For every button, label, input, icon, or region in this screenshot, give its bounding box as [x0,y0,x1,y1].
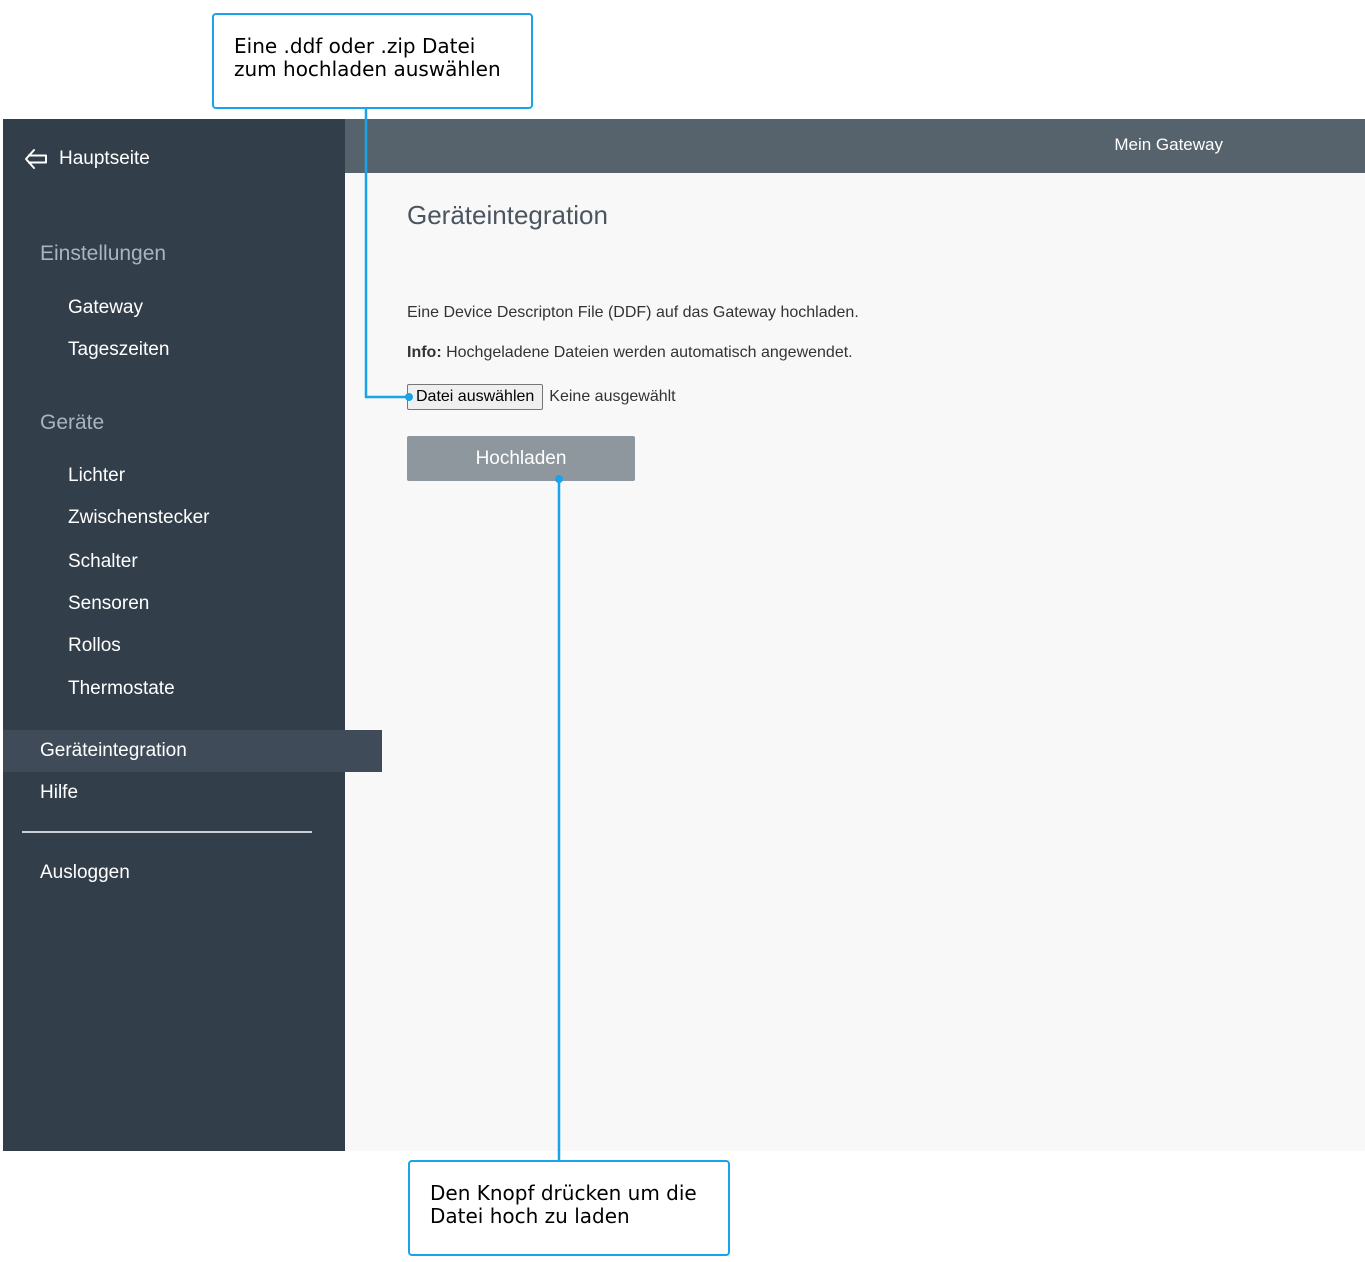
home-label: Hauptseite [59,148,150,169]
choose-file-button[interactable]: Datei auswählen [407,384,544,410]
sidebar-item-integration[interactable]: Geräteintegration [3,730,382,772]
app-window: Hauptseite Einstellungen Gateway Tagesze… [3,119,1365,1151]
info-label: Info: [407,344,442,361]
sidebar-item-sensoren[interactable]: Sensoren [3,583,410,625]
section-settings: Einstellungen [40,242,167,265]
section-devices: Geräte [40,411,105,434]
sidebar-item-lichter[interactable]: Lichter [3,455,410,497]
callout-top-line1: Eine .ddf oder .zip Datei [234,34,476,58]
sidebar-divider [22,831,312,833]
sidebar-item-help[interactable]: Hilfe [3,772,382,814]
upload-button[interactable]: Hochladen [407,436,635,481]
arrow-left-icon [23,147,49,171]
callout-upload: Den Knopf drücken um die Datei hoch zu l… [408,1160,730,1256]
sidebar-item-logout[interactable]: Ausloggen [3,852,382,894]
callout-top-line2: zum hochladen auswählen [234,57,501,81]
description-text: Eine Device Descripton File (DDF) auf da… [407,304,859,321]
file-picker: Datei auswählen Keine ausgewählt [407,384,676,410]
top-bar: Mein Gateway [345,119,1365,173]
page-title: Geräteintegration [407,200,608,230]
callout-bottom-line1: Den Knopf drücken um die [430,1181,697,1205]
info-text: Info: Hochgeladene Dateien werden automa… [407,342,853,364]
gateway-name: Mein Gateway [1114,135,1223,154]
sidebar-item-zwischenstecker[interactable]: Zwischenstecker [3,497,410,539]
file-status: Keine ausgewählt [549,388,676,405]
sidebar: Hauptseite Einstellungen Gateway Tagesze… [3,119,382,1151]
home-link[interactable]: Hauptseite [23,146,150,172]
callout-file-select: Eine .ddf oder .zip Datei zum hochladen … [212,13,533,109]
sidebar-item-schalter[interactable]: Schalter [3,541,410,583]
callout-bottom-line2: Datei hoch zu laden [430,1204,630,1228]
sidebar-item-gateway[interactable]: Gateway [3,287,410,329]
sidebar-item-rollos[interactable]: Rollos [3,625,410,667]
sidebar-item-thermostate[interactable]: Thermostate [3,668,410,710]
info-body: Hochgeladene Dateien werden automatisch … [441,344,853,361]
sidebar-item-tageszeiten[interactable]: Tageszeiten [3,329,410,371]
